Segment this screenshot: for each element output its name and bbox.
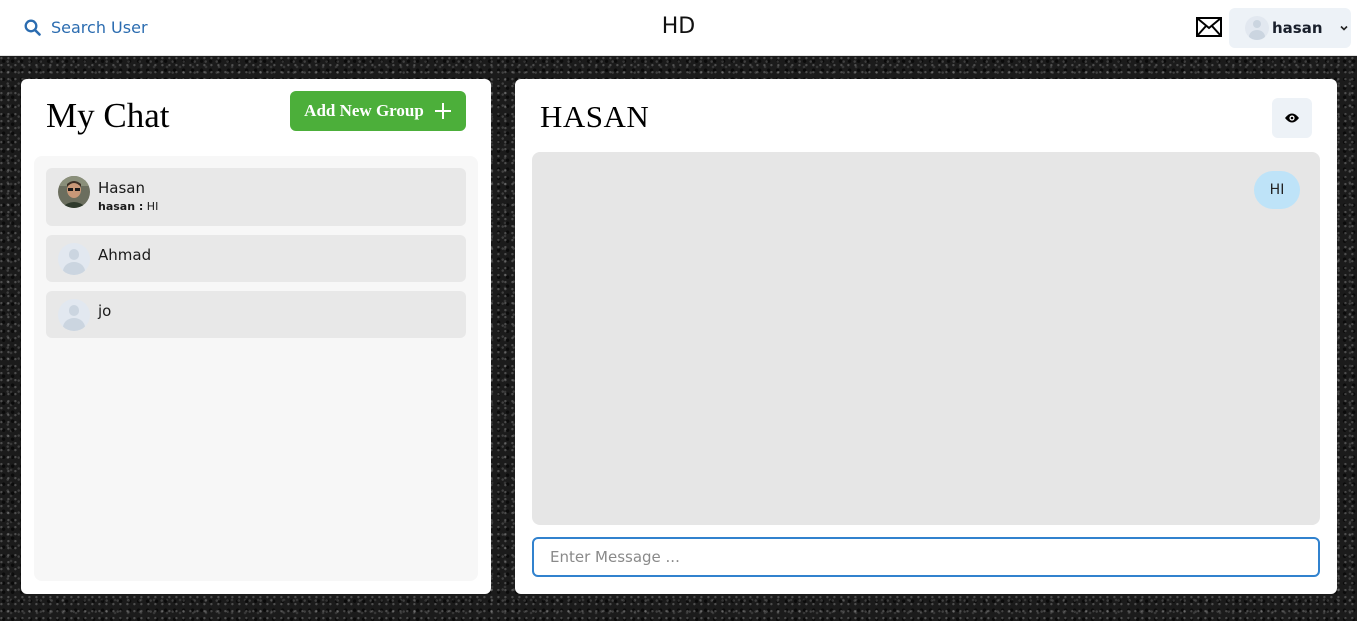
last-message-text: HI [146,200,159,213]
search-icon [24,19,41,36]
mail-icon [1196,17,1222,37]
view-profile-button[interactable] [1272,98,1312,138]
chat-name: Ahmad [98,246,152,264]
eye-icon [1285,113,1299,123]
chat-item-ahmad[interactable]: Ahmad [46,235,466,282]
user-photo [58,176,90,208]
chat-panel: HASAN HI [515,79,1337,594]
chat-name: Hasan [98,179,145,197]
add-new-group-button[interactable]: Add New Group [290,91,466,131]
user-menu-button[interactable]: hasan [1229,8,1351,48]
notification-button[interactable] [1196,17,1222,37]
user-avatar [58,299,90,331]
chat-item-hasan[interactable]: Hasan hasan : HI [46,168,466,226]
last-message-sender: hasan : [98,200,144,213]
chat-list: Hasan hasan : HI Ahmad jo [34,156,478,581]
user-name: hasan [1272,19,1323,37]
message-input[interactable] [532,537,1320,577]
chevron-down-icon [1339,25,1348,31]
plus-icon [434,103,451,119]
search-user-label: Search User [51,17,148,37]
user-avatar [58,243,90,275]
chat-name: jo [98,302,112,320]
my-chats-panel: My Chat Add New Group Hasan hasan: HI A… [21,79,491,594]
top-bar: Search User HD hasan [0,0,1357,56]
app-brand: HD [661,14,696,39]
search-user-button[interactable]: Search User [16,10,156,44]
add-new-group-label: Add New Group [304,101,424,120]
chat-item-jo[interactable]: jo [46,291,466,338]
user-avatar [1245,16,1269,40]
message-bubble: HI [1254,171,1300,209]
my-chat-title: My Chat [46,96,170,135]
last-message-preview: hasan : HI [98,200,158,213]
message-area[interactable]: HI [532,152,1320,525]
chat-title: HASAN [540,99,650,134]
